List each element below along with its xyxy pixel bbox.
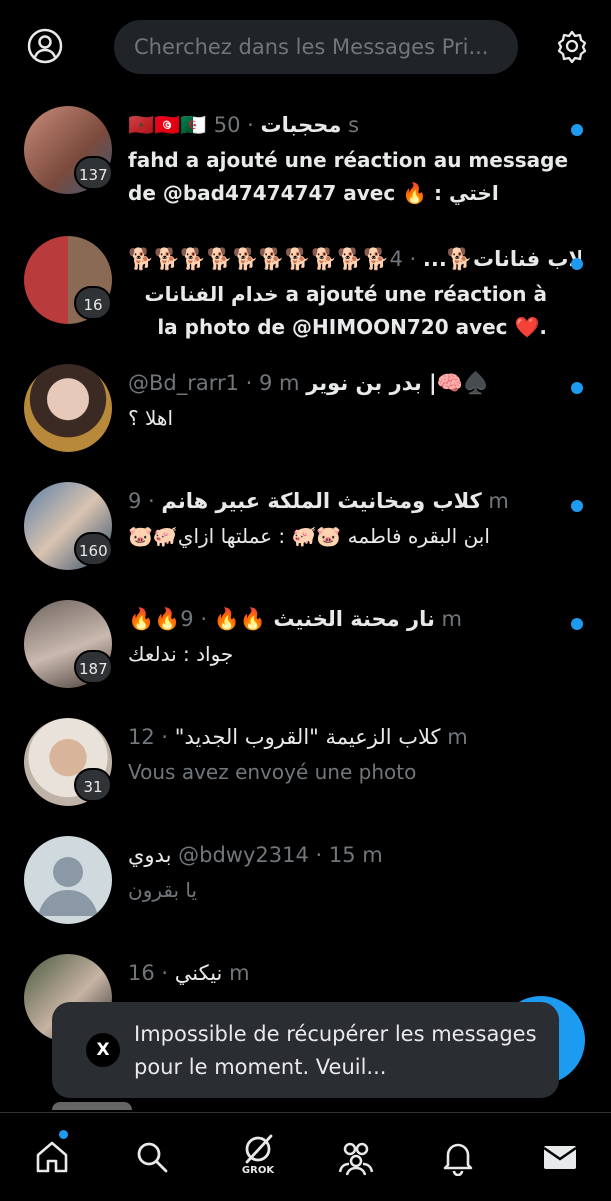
bell-icon (443, 1143, 473, 1176)
unread-dot (571, 258, 583, 270)
conversation-item[interactable]: بدوي @bdwy2314 · 15 m يا بقرون (0, 826, 611, 944)
tab-search[interactable] (130, 1135, 174, 1179)
mail-icon (543, 1146, 577, 1169)
communities-icon (338, 1142, 374, 1176)
conversation-name: نيكني (174, 961, 223, 985)
x-logo-icon: X (86, 1033, 120, 1067)
message-preview: جواد : ندلعك (128, 642, 234, 666)
tab-home[interactable] (30, 1135, 74, 1179)
tab-messages[interactable] (538, 1135, 582, 1179)
member-count-badge: 160 (74, 532, 113, 566)
message-preview: يا بقرون (128, 878, 198, 902)
message-preview: fahd a ajouté une réaction au message de… (128, 148, 569, 205)
conversation-list: 137 🇲🇦🇹🇳🇩🇿 محجبات · 50 s fahd a ajouté u… (0, 96, 611, 1062)
search-icon (137, 1142, 168, 1173)
home-icon (36, 1141, 68, 1173)
conversation-name: 🐕🐕🐕🐕🐕🐕🐕🐕🐕🐕كلاب فنانات🐕... (128, 247, 581, 271)
toast-message: Impossible de récupérer les messages pou… (134, 1022, 537, 1079)
home-notification-dot (59, 1130, 68, 1139)
search-input[interactable]: Cherchez dans les Messages Pri... (114, 20, 518, 74)
member-count-badge: 187 (74, 650, 113, 684)
avatar (52, 1102, 132, 1110)
member-count-badge: 16 (74, 286, 112, 320)
conversation-name: كلاب ومخانيث الملكة عبير هانم (161, 489, 482, 513)
unread-dot (571, 618, 583, 630)
member-count-badge: 31 (74, 768, 112, 802)
conversation-name: بدر بن نوير |🧠♠️ (306, 371, 490, 395)
tab-communities[interactable] (334, 1135, 378, 1179)
profile-icon[interactable] (25, 26, 65, 66)
message-preview: اهلا ؟ (128, 406, 174, 430)
header: Cherchez dans les Messages Pri... (0, 0, 611, 96)
conversation-item[interactable]: 31 كلاب الزعيمة "القروب الجديد" · 12 m V… (0, 708, 611, 826)
conversation-meta: @bdwy2314 · 15 m (178, 843, 383, 867)
conversation-meta: @Bd_rarr1 · 9 m (128, 371, 300, 395)
message-preview: خدام الفنانات a ajouté une réaction à la… (144, 282, 547, 339)
avatar (24, 364, 112, 452)
conversation-item[interactable]: 16 🐕🐕🐕🐕🐕🐕🐕🐕🐕🐕كلاب فنانات🐕... · 4 m خدام … (0, 214, 611, 354)
conversation-name: كلاب الزعيمة "القروب الجديد" (174, 725, 441, 749)
tab-grok-label: GROK (241, 1165, 275, 1176)
conversation-item[interactable]: 160 كلاب ومخانيث الملكة عبير هانم · 9 m … (0, 472, 611, 590)
unread-dot (571, 382, 583, 394)
tab-notifications[interactable] (436, 1135, 480, 1179)
message-preview: 🐷🐖ابن البقره فاطمه 🐷🐖 : عملتها ازاي (128, 524, 490, 548)
message-preview: Vous avez envoyé une photo (128, 760, 417, 784)
bottom-tab-bar (0, 1112, 611, 1201)
conversation-name: 🔥🔥نار محنة الخنيث 🔥🔥 (128, 607, 435, 631)
grok-icon (245, 1134, 273, 1164)
gear-icon[interactable] (552, 26, 592, 66)
default-avatar-icon (24, 836, 112, 924)
conversation-name: بدوي (128, 843, 172, 867)
unread-dot (571, 500, 583, 512)
error-toast: X Impossible de récupérer les messages p… (52, 1002, 559, 1098)
member-count-badge: 137 (74, 156, 113, 190)
conversation-item[interactable]: 187 🔥🔥نار محنة الخنيث 🔥🔥 · 9 m جواد : ند… (0, 590, 611, 708)
conversation-item[interactable]: 137 🇲🇦🇹🇳🇩🇿 محجبات · 50 s fahd a ajouté u… (0, 96, 611, 214)
conversation-item[interactable]: @Bd_rarr1 · 9 m بدر بن نوير |🧠♠️ اهلا ؟ (0, 354, 611, 472)
unread-dot (571, 124, 583, 136)
